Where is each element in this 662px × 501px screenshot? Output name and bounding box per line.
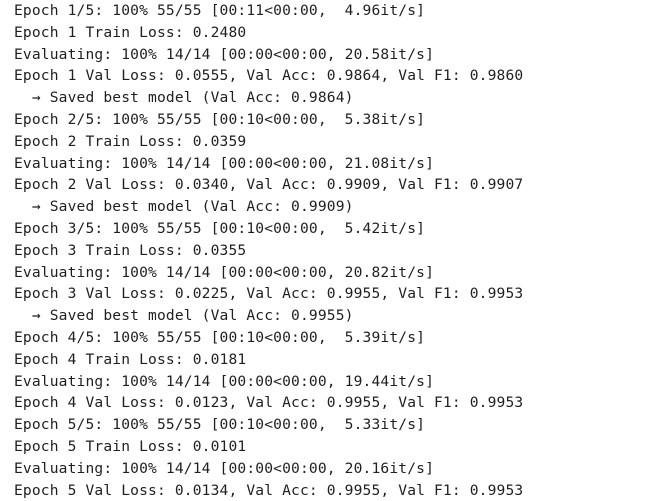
output-line-epoch5-train-loss: Epoch 5 Train Loss: 0.0101 bbox=[14, 437, 247, 455]
output-line-epoch1-train-loss: Epoch 1 Train Loss: 0.2480 bbox=[14, 23, 247, 41]
output-line-epoch4-val-metrics: Epoch 4 Val Loss: 0.0123, Val Acc: 0.995… bbox=[14, 394, 524, 412]
output-line-epoch1-evaluating: Evaluating: 100% 14/14 [00:00<00:00, 20.… bbox=[14, 45, 435, 63]
output-line-epoch1-progress: Epoch 1/5: 100% 55/55 [00:11<00:00, 4.96… bbox=[14, 2, 426, 19]
output-line-epoch3-evaluating: Evaluating: 100% 14/14 [00:00<00:00, 20.… bbox=[14, 263, 435, 281]
output-line-epoch1-saved-model: → Saved best model (Val Acc: 0.9864) bbox=[14, 89, 354, 107]
output-line-epoch5-val-metrics: Epoch 5 Val Loss: 0.0134, Val Acc: 0.995… bbox=[14, 481, 524, 499]
output-line-epoch2-train-loss: Epoch 2 Train Loss: 0.0359 bbox=[14, 132, 247, 150]
output-line-epoch3-saved-model: → Saved best model (Val Acc: 0.9955) bbox=[14, 307, 354, 325]
output-line-epoch5-progress: Epoch 5/5: 100% 55/55 [00:10<00:00, 5.33… bbox=[14, 416, 426, 434]
cell-output: Epoch 1/5: 100% 55/55 [00:11<00:00, 4.96… bbox=[14, 0, 654, 501]
output-line-epoch4-train-loss: Epoch 4 Train Loss: 0.0181 bbox=[14, 350, 247, 368]
output-line-epoch3-val-metrics: Epoch 3 Val Loss: 0.0225, Val Acc: 0.995… bbox=[14, 285, 524, 303]
output-line-epoch5-evaluating: Evaluating: 100% 14/14 [00:00<00:00, 20.… bbox=[14, 459, 435, 477]
output-line-epoch3-train-loss: Epoch 3 Train Loss: 0.0355 bbox=[14, 241, 247, 259]
output-line-epoch2-val-metrics: Epoch 2 Val Loss: 0.0340, Val Acc: 0.990… bbox=[14, 176, 524, 194]
output-line-epoch4-progress: Epoch 4/5: 100% 55/55 [00:10<00:00, 5.39… bbox=[14, 328, 426, 346]
output-line-epoch2-evaluating: Evaluating: 100% 14/14 [00:00<00:00, 21.… bbox=[14, 154, 435, 172]
output-line-epoch4-evaluating: Evaluating: 100% 14/14 [00:00<00:00, 19.… bbox=[14, 372, 435, 390]
output-line-epoch3-progress: Epoch 3/5: 100% 55/55 [00:10<00:00, 5.42… bbox=[14, 219, 426, 237]
output-line-epoch2-progress: Epoch 2/5: 100% 55/55 [00:10<00:00, 5.38… bbox=[14, 110, 426, 128]
output-line-epoch1-val-metrics: Epoch 1 Val Loss: 0.0555, Val Acc: 0.986… bbox=[14, 67, 524, 85]
output-line-epoch2-saved-model: → Saved best model (Val Acc: 0.9909) bbox=[14, 198, 354, 216]
